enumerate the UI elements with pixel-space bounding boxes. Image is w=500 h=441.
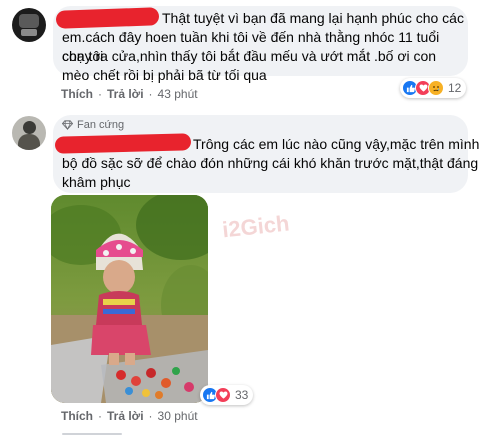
comment-text-line: Thật tuyệt vì bạn đã mang lại hạnh phúc … xyxy=(162,10,464,26)
avatar-graphic xyxy=(19,14,39,28)
comment-text-line: bộ đồ sặc sỡ để chào đón những cái khó k… xyxy=(62,155,479,171)
commenter-avatar[interactable] xyxy=(12,8,46,42)
svg-text:i2Gich: i2Gich xyxy=(221,210,290,242)
like-link[interactable]: Thích xyxy=(61,409,93,423)
heart-icon xyxy=(215,387,231,403)
comment-text-line: chạy ra cửa,nhìn thấy tôi bắt đầu mếu và… xyxy=(62,48,437,83)
redacted-author-name[interactable] xyxy=(54,133,192,154)
diamond-icon xyxy=(62,120,73,130)
separator-dot: · xyxy=(148,87,153,101)
comment-actions: Thích · Trả lời · 43 phút xyxy=(61,87,198,101)
divider xyxy=(62,433,122,435)
timestamp-link[interactable]: 43 phút xyxy=(158,87,198,101)
watermark-logo: i2Gich xyxy=(221,210,290,242)
avatar-graphic-base xyxy=(21,29,37,36)
commenter-avatar[interactable] xyxy=(12,116,46,150)
reaction-summary[interactable]: 33 xyxy=(200,385,254,405)
comment-actions: Thích · Trả lời · 30 phút xyxy=(61,409,198,423)
avatar-graphic xyxy=(23,121,36,134)
timestamp-link[interactable]: 30 phút xyxy=(158,409,198,423)
separator-dot: · xyxy=(98,409,102,423)
separator-dot: · xyxy=(148,409,153,423)
redacted-author-name[interactable] xyxy=(55,7,160,29)
reply-link[interactable]: Trả lời xyxy=(107,87,144,101)
comment-photo[interactable] xyxy=(51,195,208,403)
fan-badge[interactable]: Fan cứng xyxy=(62,119,124,131)
fan-badge-label: Fan cứng xyxy=(77,119,125,131)
comment-text-line: Trông các em lúc nào cũng vậy,mặc trên m… xyxy=(193,136,480,152)
separator-dot: · xyxy=(98,87,102,101)
reaction-count: 33 xyxy=(235,388,249,402)
like-link[interactable]: Thích xyxy=(61,87,93,101)
reaction-summary[interactable]: 12 xyxy=(400,78,467,98)
reply-link[interactable]: Trả lời xyxy=(107,409,144,423)
avatar-graphic-base xyxy=(18,134,40,150)
photo-content xyxy=(51,195,208,403)
sad-face-icon xyxy=(428,80,444,96)
reaction-count: 12 xyxy=(448,81,462,95)
comment-text-line: khâm phục xyxy=(62,174,131,190)
